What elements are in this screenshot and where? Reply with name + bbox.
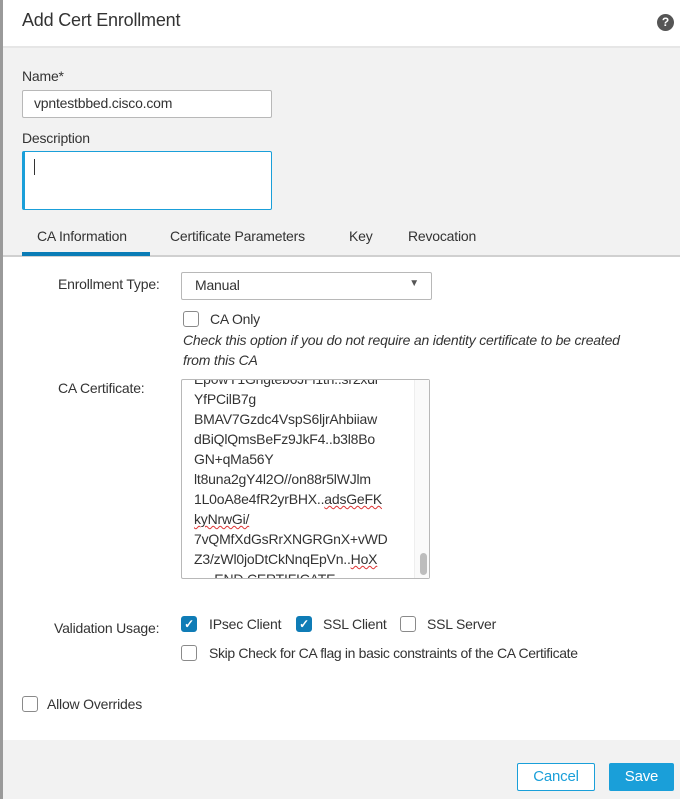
ssl-client-label: SSL Client — [323, 616, 387, 632]
cert-line: GN+qMa56Y — [194, 451, 274, 467]
tab-revocation[interactable]: Revocation — [408, 228, 476, 244]
cert-line: dBiQlQmsBeFz9JkF4..b3l8Bo — [194, 431, 375, 447]
cert-line: kyNrwGi/ — [194, 511, 250, 527]
scrollbar-track[interactable] — [414, 380, 429, 578]
ssl-server-label: SSL Server — [427, 616, 497, 632]
description-input[interactable] — [22, 151, 272, 210]
name-input[interactable]: vpntestbbed.cisco.com — [22, 90, 272, 118]
tab-ca-information[interactable]: CA Information — [37, 228, 127, 244]
help-icon[interactable]: ? — [657, 14, 674, 31]
active-tab-indicator — [22, 252, 150, 256]
ssl-server-checkbox[interactable] — [400, 616, 416, 632]
name-value: vpntestbbed.cisco.com — [34, 95, 173, 111]
ca-only-hint: Check this option if you do not require … — [183, 332, 620, 348]
description-label: Description — [22, 130, 90, 146]
ipsec-client-label: IPsec Client — [209, 616, 282, 632]
skip-check-label: Skip Check for CA flag in basic constrai… — [209, 645, 578, 661]
cert-text: 1L0oA8e4fR2yrBHX.. — [194, 491, 325, 507]
text-cursor — [34, 159, 35, 175]
cert-text-misspelled: adsGeFK — [324, 491, 383, 507]
name-label: Name* — [22, 68, 64, 84]
ca-only-label: CA Only — [210, 311, 260, 327]
cert-line: -----END CERTIFICATE----- — [192, 571, 358, 579]
tab-certificate-parameters[interactable]: Certificate Parameters — [170, 228, 305, 244]
chevron-down-icon: ▼ — [409, 278, 419, 289]
dialog-title: Add Cert Enrollment — [22, 10, 181, 30]
ca-only-checkbox[interactable] — [183, 311, 199, 327]
ca-certificate-label: CA Certificate: — [58, 380, 145, 396]
cert-line: 1L0oA8e4fR2yrBHX..adsGeFK — [194, 491, 382, 507]
save-button[interactable]: Save — [609, 763, 674, 791]
allow-overrides-label: Allow Overrides — [47, 696, 143, 712]
validation-usage-label: Validation Usage: — [54, 620, 160, 636]
skip-check-checkbox[interactable] — [181, 645, 197, 661]
cert-line: YfPCilB7g — [194, 391, 257, 407]
ipsec-client-checkbox[interactable]: ✓ — [181, 616, 197, 632]
cert-line: BMAV7Gzdc4VspS6ljrAhbiiaw — [194, 411, 378, 427]
enrollment-type-select[interactable]: Manual ▼ — [181, 272, 432, 300]
enrollment-type-label: Enrollment Type: — [58, 276, 160, 292]
cancel-button[interactable]: Cancel — [517, 763, 595, 791]
ca-certificate-textarea[interactable]: Ep0wY1Gngteb6JFl1th..sr2xdr YfPCilB7g BM… — [181, 379, 430, 579]
cert-line: 7vQMfXdGsRrXNGRGnX+vWD — [194, 531, 388, 547]
tab-key[interactable]: Key — [349, 228, 373, 244]
ssl-client-checkbox[interactable]: ✓ — [296, 616, 312, 632]
cert-line: Z3/zWl0joDtCkNnqEpVn..HoX — [194, 551, 377, 567]
allow-overrides-checkbox[interactable] — [22, 696, 38, 712]
cert-line: lt8una2gY4l2O//on88r5lWJlm — [194, 471, 371, 487]
cert-line: Ep0wY1Gngteb6JFl1th..sr2xdr — [194, 379, 380, 387]
cert-text-misspelled: HoX — [350, 551, 378, 567]
ca-only-hint-2: from this CA — [183, 352, 258, 368]
cert-text: Z3/zWl0joDtCkNnqEpVn.. — [194, 551, 351, 567]
enrollment-type-value: Manual — [195, 277, 240, 293]
scrollbar-thumb[interactable] — [420, 553, 427, 575]
